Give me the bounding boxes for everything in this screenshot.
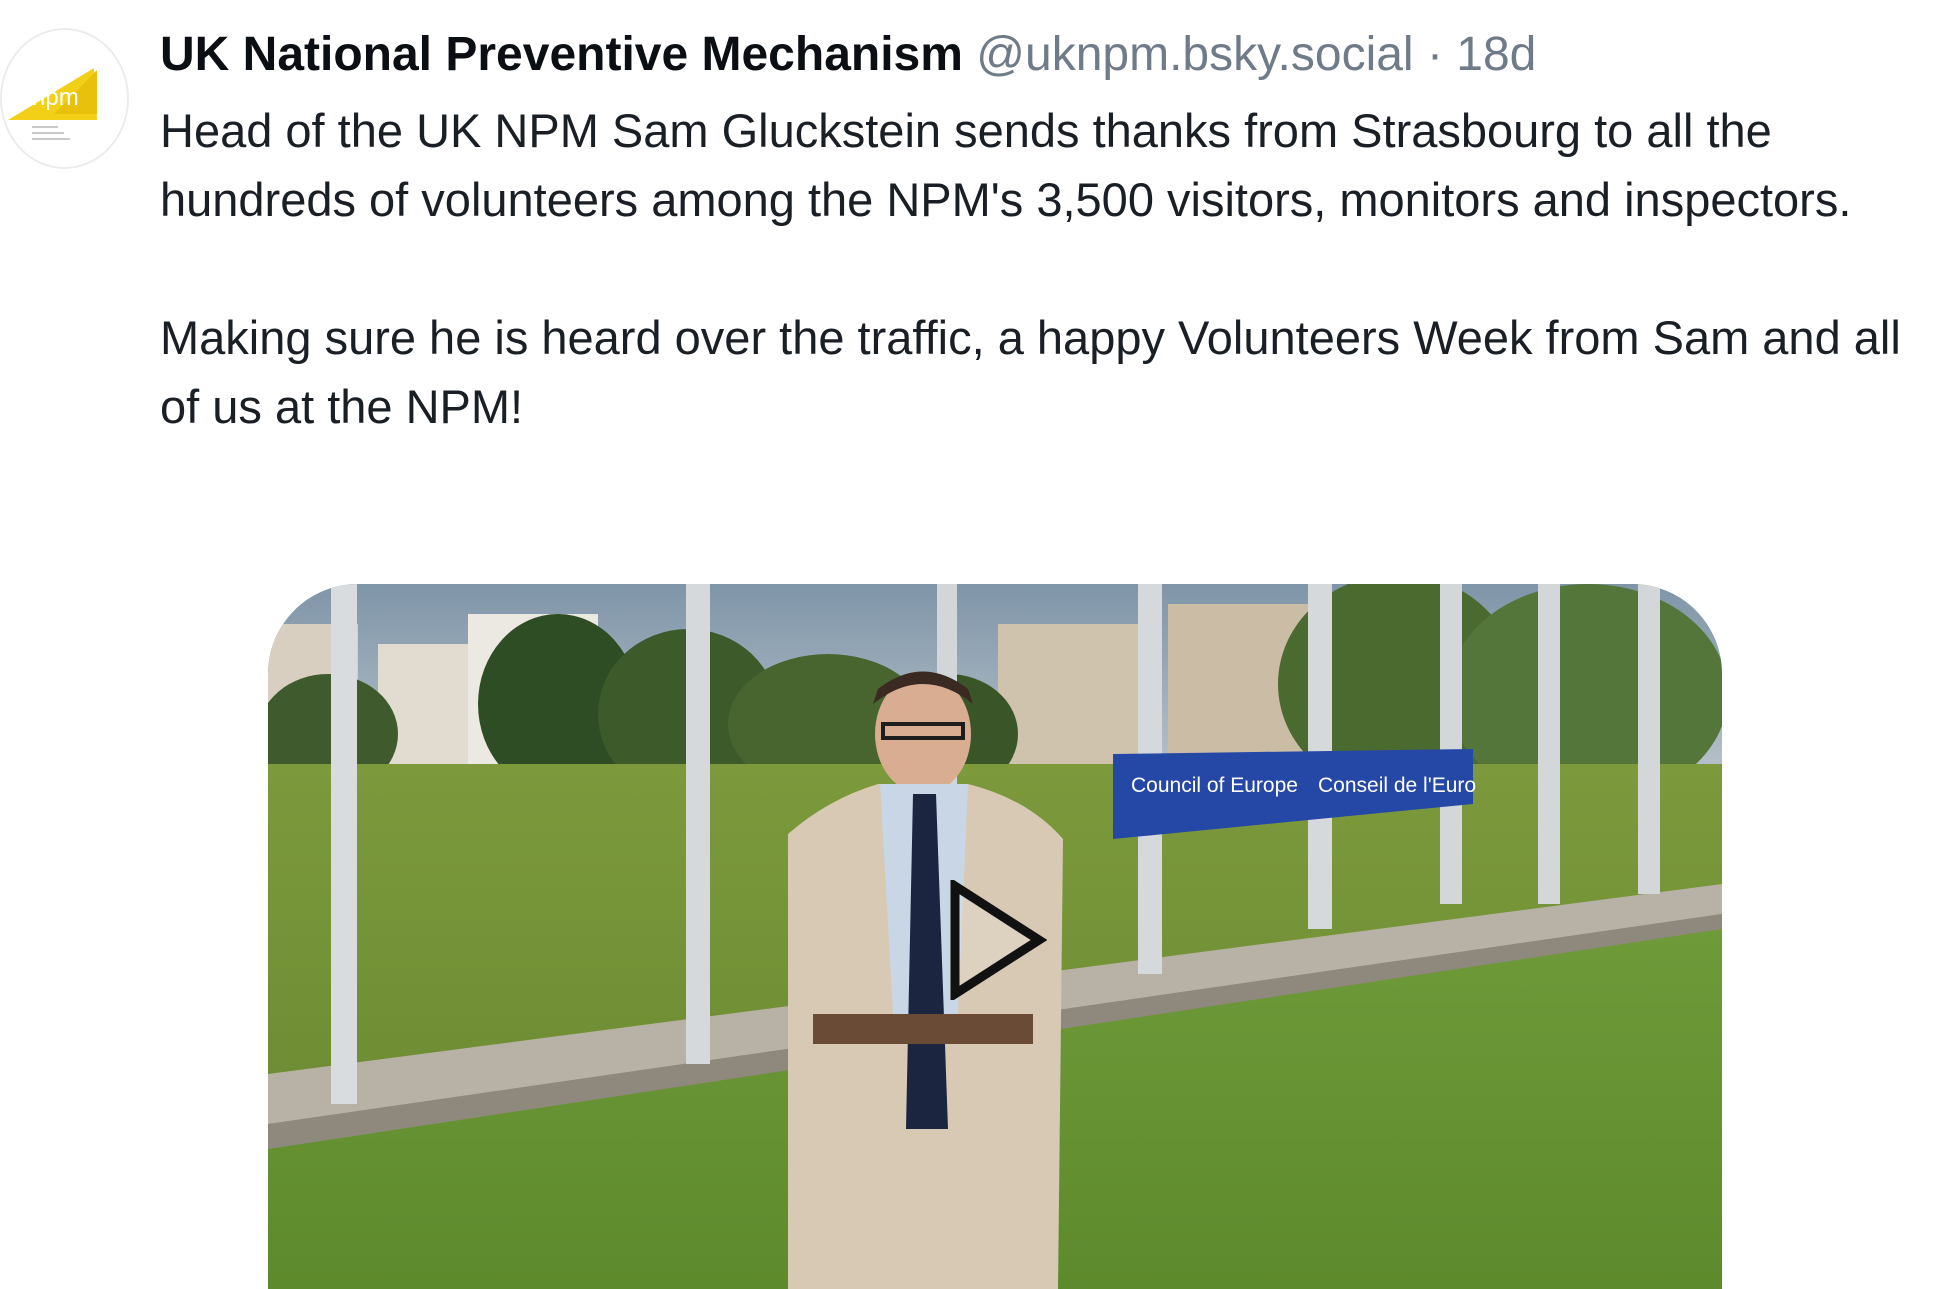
post-paragraph: Making sure he is heard over the traffic…: [160, 311, 1901, 433]
author-name[interactable]: UK National Preventive Mechanism: [160, 28, 963, 81]
author-handle[interactable]: @uknpm.bsky.social: [976, 28, 1413, 81]
council-of-europe-sign: Council of Europe Conseil de l'Euro: [1113, 754, 1477, 834]
avatar[interactable]: npm: [0, 28, 129, 169]
post-header: UK National Preventive Mechanism @uknpm.…: [160, 24, 1536, 86]
sign-right-text: Conseil de l'Euro: [1318, 774, 1477, 797]
post-time[interactable]: 18d: [1456, 28, 1536, 81]
post-paragraph: Head of the UK NPM Sam Gluckstein sends …: [160, 104, 1852, 226]
separator-dot: ·: [1426, 28, 1443, 81]
avatar-logo-text: npm: [32, 84, 79, 111]
video-player[interactable]: Council of Europe Conseil de l'Euro: [268, 584, 1722, 1289]
sign-left-text: Council of Europe: [1131, 774, 1298, 797]
npm-logo-icon: npm: [2, 30, 127, 167]
play-icon[interactable]: [947, 880, 1047, 1000]
post-body: Head of the UK NPM Sam Gluckstein sends …: [160, 96, 1940, 441]
